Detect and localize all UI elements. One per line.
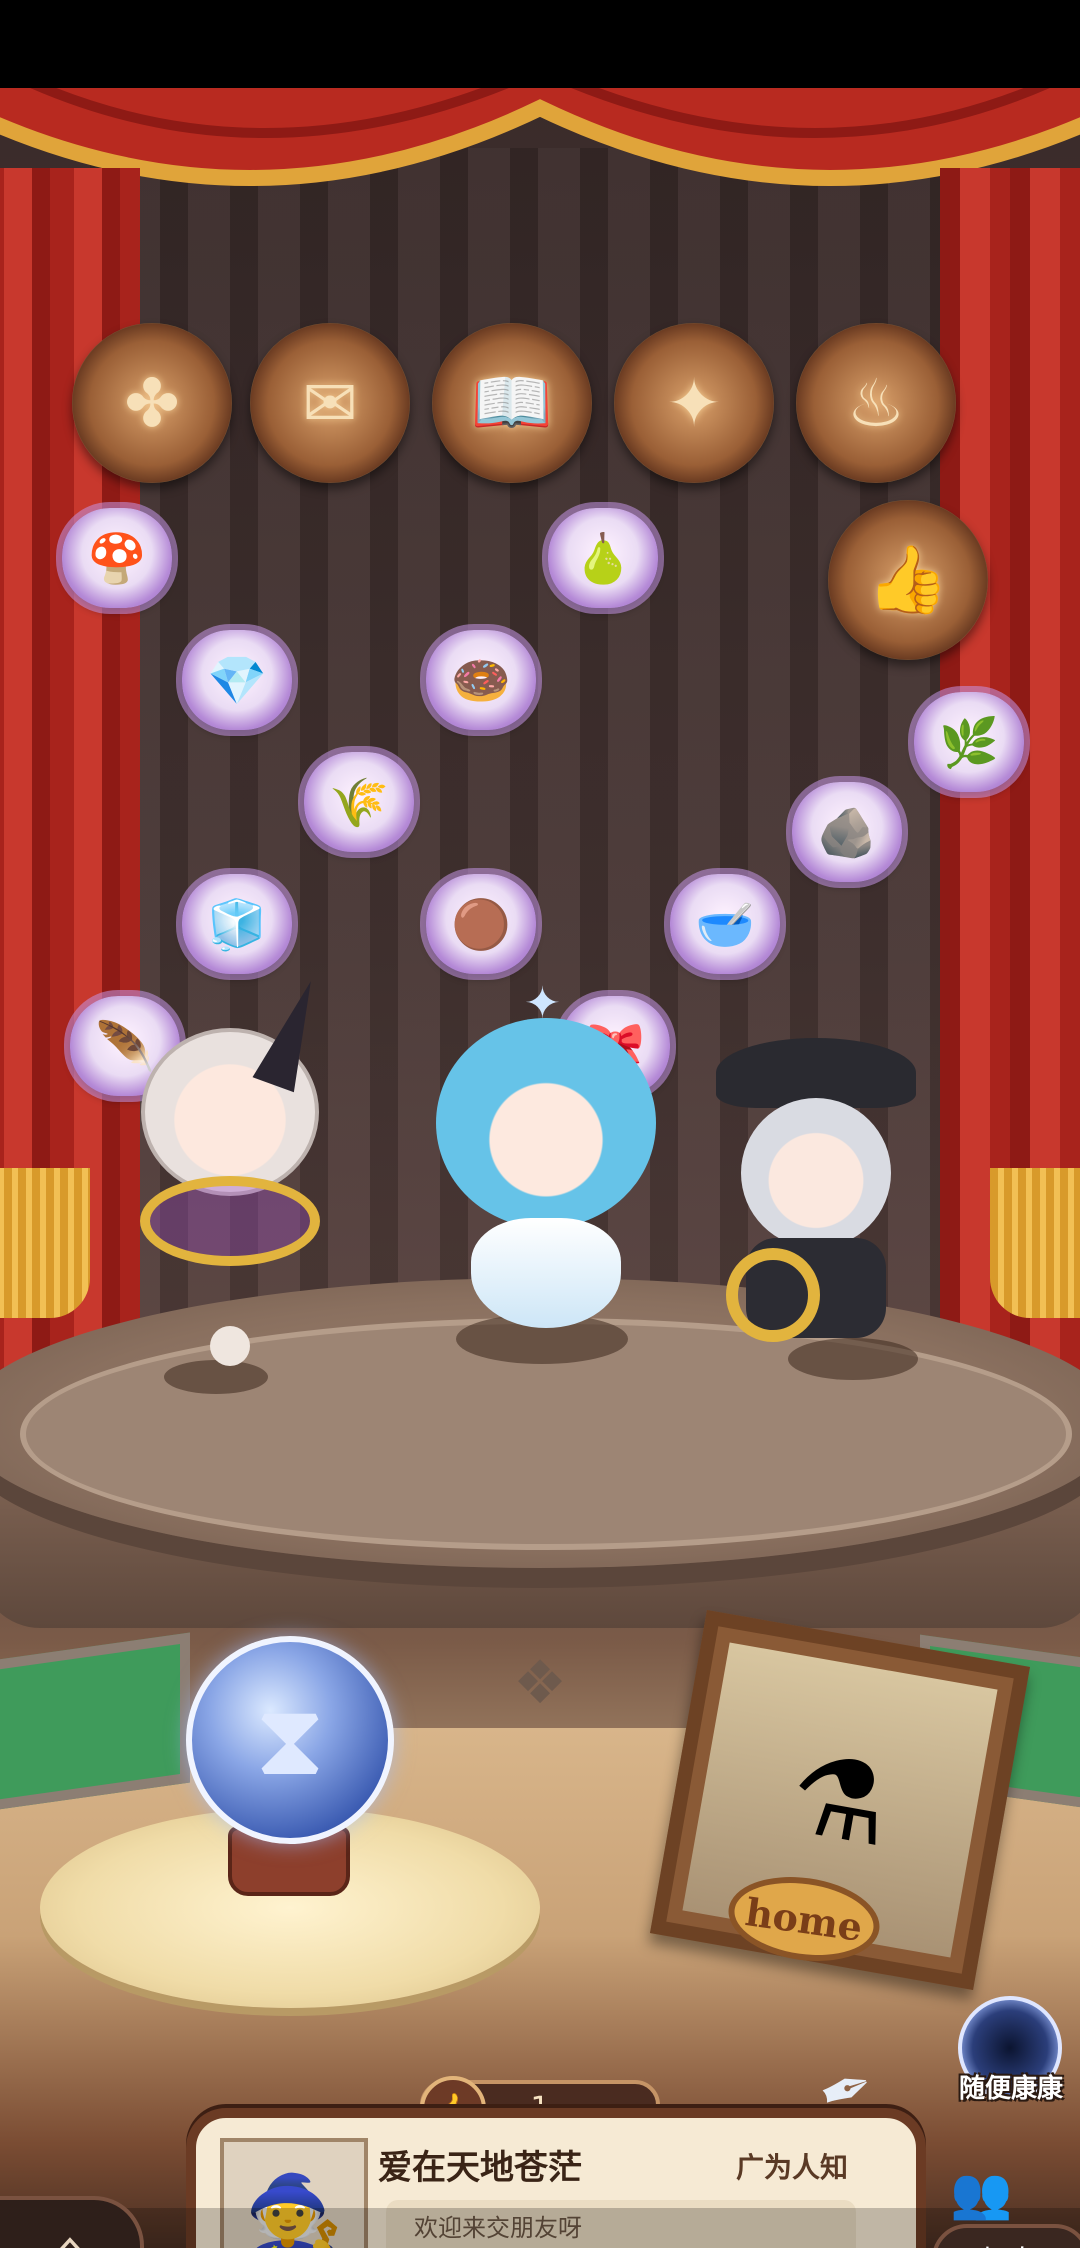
- crystal-mushroom-icon: 🍄: [87, 530, 147, 587]
- random-visit-label: 随便康康: [958, 2074, 1063, 2104]
- bunny-ear: [252, 973, 332, 1093]
- ice-crystal-icon: 🧊: [207, 896, 267, 953]
- curtain-fringe-left: [0, 1168, 90, 1318]
- item-mud-pile[interactable]: 🟤: [426, 874, 536, 974]
- player-title: 广为人知: [736, 2151, 849, 2184]
- thumbs-up-plant-icon: 👍: [866, 541, 950, 618]
- item-green-herb[interactable]: 🌿: [914, 692, 1024, 792]
- character-bunny-clock-girl[interactable]: [130, 973, 332, 1366]
- home-icon: ⌂: [54, 2221, 86, 2248]
- book-icon: 📖: [470, 364, 554, 441]
- golden-key-icon: [726, 1248, 820, 1342]
- water-bowl-icon: 🥣: [695, 896, 755, 953]
- player-name: 爱在天地苍茫: [378, 2148, 582, 2188]
- back-icon[interactable]: ‹: [754, 2240, 776, 2248]
- witch-girl-head: [741, 1098, 891, 1248]
- curtain-valance: [0, 88, 1080, 186]
- navigation-overlay: [0, 2208, 1080, 2248]
- medal-leaf[interactable]: ✤: [72, 323, 232, 483]
- item-potion-pear[interactable]: 🍐: [548, 508, 658, 608]
- pompom: [210, 1326, 250, 1366]
- item-crystal-mushroom[interactable]: 🍄: [62, 508, 172, 608]
- cauldron-icon: ♨: [846, 364, 906, 442]
- character-witch-key-girl[interactable]: [716, 1038, 916, 1342]
- certificate-icon: ✉: [302, 364, 358, 442]
- status-bar: [0, 0, 1080, 88]
- game-scene: ✤ ✉ 📖 ✦ ♨ 👍 🍄 🍐 💎 🍩 🌿 🌾 🪨 🧊 🟤 🥣 🪶 ❖ ✦ ⧗ …: [0, 88, 1080, 2248]
- friends-figures-icon: 👥: [950, 2164, 1013, 2222]
- leaf-emblem-icon: ✤: [124, 364, 180, 442]
- green-herb-icon: 🌿: [939, 714, 999, 771]
- potion-pear-icon: 🍐: [573, 530, 633, 587]
- blue-hair-head: [436, 1018, 656, 1228]
- sparkle-icon: ✦: [524, 978, 561, 1029]
- golden-clock-ring: [140, 1176, 320, 1266]
- ice-crystal-body: [471, 1218, 621, 1328]
- character-blue-hair-sleeping-girl[interactable]: ✦: [426, 978, 666, 1328]
- hourglass-icon: ⧗: [254, 1681, 326, 1798]
- medal-thumbs-up[interactable]: 👍: [828, 500, 988, 660]
- medal-book[interactable]: 📖: [432, 323, 592, 483]
- golden-wheat-icon: 🌾: [329, 774, 389, 831]
- fairy-icon: ✦: [666, 364, 722, 442]
- item-golden-wheat[interactable]: 🌾: [304, 752, 414, 852]
- stage-emblem-icon: ❖: [513, 1648, 567, 1718]
- item-water-bowl[interactable]: 🥣: [670, 874, 780, 974]
- curtain-fringe-right: [990, 1168, 1080, 1318]
- lava-rock-icon: 🪨: [817, 804, 877, 861]
- friends-button[interactable]: 好友: [932, 2224, 1080, 2248]
- purple-donut-icon: 🍩: [451, 652, 511, 709]
- medal-cauldron[interactable]: ♨: [796, 323, 956, 483]
- item-red-crystals[interactable]: 💎: [182, 630, 292, 730]
- witch-dress: [726, 1238, 886, 1342]
- item-lava-rock[interactable]: 🪨: [792, 782, 902, 882]
- item-purple-donut[interactable]: 🍩: [426, 630, 536, 730]
- medal-certificate[interactable]: ✉: [250, 323, 410, 483]
- medal-fairy[interactable]: ✦: [614, 323, 774, 483]
- cauldron-picture-icon: ⚗: [780, 1728, 900, 1872]
- item-ice-crystal[interactable]: 🧊: [182, 874, 292, 974]
- mud-pile-icon: 🟤: [451, 896, 511, 953]
- green-step-left: [0, 1632, 190, 1814]
- hourglass-orb-button[interactable]: ⧗: [186, 1636, 394, 1844]
- red-crystals-icon: 💎: [207, 652, 267, 709]
- shadow-right: [788, 1338, 918, 1380]
